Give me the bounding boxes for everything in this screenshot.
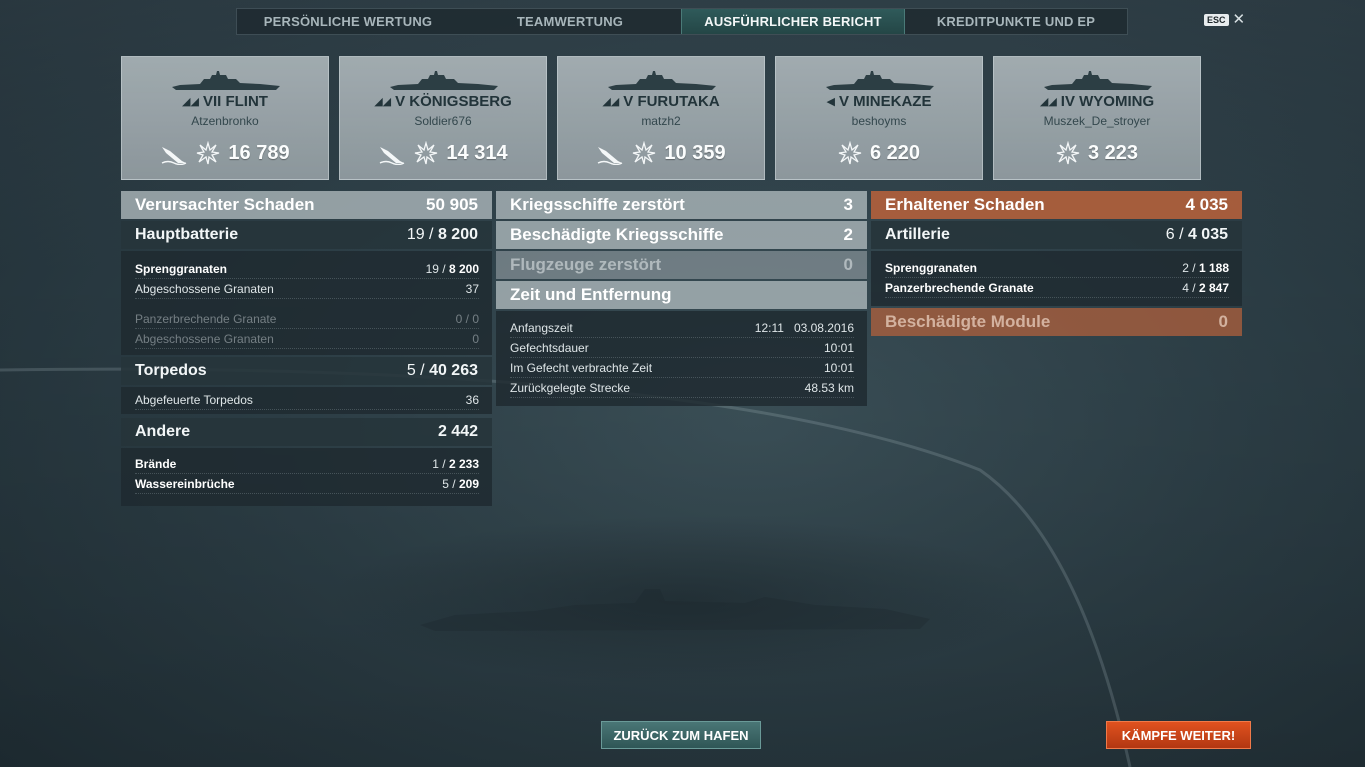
ship-card: ◢◢ V KÖNIGSBERG Soldier676 14 314: [339, 56, 547, 180]
ship-stats: 10 359: [558, 141, 764, 165]
keep-fighting-button[interactable]: KÄMPFE WEITER!: [1106, 721, 1251, 749]
ship-card: ◀ V MINEKAZE beshoyms 6 220: [775, 56, 983, 180]
torpedos-fired-row: Abgefeuerte Torpedos 36: [135, 390, 479, 410]
ship-sunk-icon: [378, 141, 406, 165]
received-he-row: Sprenggranaten 2 / 1 188: [885, 258, 1229, 278]
ship-name: ◢◢ V KÖNIGSBERG: [374, 93, 512, 110]
player-name: Soldier676: [414, 114, 472, 128]
damage-icon: [1056, 141, 1080, 165]
damage-icon: [196, 141, 220, 165]
battle-duration-row: Gefechtsdauer 10:01: [510, 338, 854, 358]
player-name: matzh2: [641, 114, 681, 128]
damage-icon: [632, 141, 656, 165]
tab-detailed-report[interactable]: AUSFÜHRLICHER BERICHT: [681, 9, 905, 34]
fires-row: Brände 1 / 2 233: [135, 454, 479, 474]
damaged-modules-header: Beschädigte Module 0: [871, 308, 1242, 336]
ship-name: ◢◢ VII FLINT: [182, 93, 268, 110]
time-distance-details: Anfangszeit 12:11 03.08.2016 Gefechtsdau…: [496, 311, 867, 406]
battle-summary-panel: Kriegsschiffe zerstört 3 Beschädigte Kri…: [496, 191, 867, 406]
planes-destroyed-header: Flugzeuge zerstört 0: [496, 251, 867, 279]
battleship-icon: ◢◢: [182, 96, 199, 108]
ship-silhouette-icon: [824, 69, 936, 93]
he-shells-row: Sprenggranaten 19 / 8 200: [135, 259, 479, 279]
ship-damage-value: 6 220: [869, 141, 921, 164]
destroyed-ships-cards: ◢◢ VII FLINT Atzenbronko 16 789 ◢◢ V KÖNIGSBE…: [121, 56, 1201, 180]
damage-icon: [414, 141, 438, 165]
ship-silhouette-icon: [1042, 69, 1154, 93]
ship-silhouette-icon: [388, 69, 500, 93]
cruiser-icon: ◢◢: [374, 96, 392, 108]
main-battery-details: Sprenggranaten 19 / 8 200 Abgeschossene …: [121, 251, 492, 355]
player-name: beshoyms: [851, 114, 907, 128]
ships-destroyed-header: Kriegsschiffe zerstört 3: [496, 191, 867, 219]
esc-key-label: ESC: [1204, 14, 1229, 26]
damage-dealt-value: 50 905: [426, 195, 478, 214]
other-damage-details: Brände 1 / 2 233 Wassereinbrüche 5 / 209: [121, 448, 492, 506]
ship-stats: 16 789: [122, 141, 328, 165]
other-damage-header: Andere 2 442: [121, 418, 492, 446]
start-time-row: Anfangszeit 12:11 03.08.2016: [510, 318, 854, 338]
ship-name: ◢◢ V FURUTAKA: [602, 93, 720, 110]
torpedos-header: Torpedos 5 / 40 263: [121, 357, 492, 385]
main-battery-value: 19 / 8 200: [406, 226, 478, 243]
main-battery-label: Hauptbatterie: [135, 226, 239, 243]
tab-team-score[interactable]: TEAMWERTUNG: [459, 9, 681, 34]
tab-bar: PERSÖNLICHE WERTUNG TEAMWERTUNG AUSFÜHRL…: [236, 8, 1128, 35]
ship-stats: 3 223: [994, 141, 1200, 165]
tab-personal-score[interactable]: PERSÖNLICHE WERTUNG: [237, 9, 459, 34]
distance-row: Zurückgelegte Strecke 48.53 km: [510, 378, 854, 398]
torpedos-details: Abgefeuerte Torpedos 36: [121, 387, 492, 414]
damage-received-header: Erhaltener Schaden 4 035: [871, 191, 1242, 219]
ships-damaged-header: Beschädigte Kriegsschiffe 2: [496, 221, 867, 249]
background-ship-silhouette: [420, 589, 930, 631]
ship-damage-value: 16 789: [228, 141, 290, 164]
ship-damage-value: 10 359: [664, 141, 726, 164]
ship-stats: 14 314: [340, 141, 546, 165]
close-icon: ✕: [1232, 11, 1246, 28]
received-ap-row: Panzerbrechende Granate 4 / 2 847: [885, 278, 1229, 298]
ship-damage-value: 3 223: [1087, 141, 1139, 164]
ship-stats: 6 220: [776, 141, 982, 165]
battleship-icon: ◢◢: [1039, 96, 1057, 108]
damage-dealt-panel: Verursachter Schaden 50 905 Hauptbatteri…: [121, 191, 492, 506]
ship-silhouette-icon: [606, 69, 718, 93]
player-name: Muszek_De_stroyer: [1043, 114, 1151, 128]
artillery-details: Sprenggranaten 2 / 1 188 Panzerbrechende…: [871, 251, 1242, 306]
damage-dealt-label: Verursachter Schaden: [135, 195, 315, 214]
tab-credits-xp[interactable]: KREDITPUNKTE UND EP: [905, 9, 1127, 34]
damage-dealt-header: Verursachter Schaden 50 905: [121, 191, 492, 219]
ship-card: ◢◢ V FURUTAKA matzh2 10 359: [557, 56, 765, 180]
ap-shells-row: Panzerbrechende Granate 0 / 0: [135, 309, 479, 329]
time-distance-header: Zeit und Entfernung: [496, 281, 867, 309]
damage-icon: [838, 141, 862, 165]
cruiser-icon: ◢◢: [602, 96, 620, 108]
return-to-port-button[interactable]: ZURÜCK ZUM HAFEN: [601, 721, 761, 749]
ship-card: ◢◢ IV WYOMING Muszek_De_stroyer 3 223: [993, 56, 1201, 180]
he-shells-fired-row: Abgeschossene Granaten 37: [135, 279, 479, 299]
ap-shells-fired-row: Abgeschossene Granaten 0: [135, 329, 479, 349]
artillery-header: Artillerie 6 / 4 035: [871, 221, 1242, 249]
main-battery-header: Hauptbatterie 19 / 8 200: [121, 221, 492, 249]
ship-name: ◢◢ IV WYOMING: [1039, 93, 1155, 110]
flooding-row: Wassereinbrüche 5 / 209: [135, 474, 479, 494]
destroyer-icon: ◀: [826, 96, 835, 108]
ship-sunk-icon: [596, 141, 624, 165]
ship-damage-value: 14 314: [446, 141, 508, 164]
damage-received-panel: Erhaltener Schaden 4 035 Artillerie 6 / …: [871, 191, 1242, 338]
ship-sunk-icon: [160, 141, 188, 165]
player-name: Atzenbronko: [191, 114, 259, 128]
combat-time-row: Im Gefecht verbrachte Zeit 10:01: [510, 358, 854, 378]
ship-card: ◢◢ VII FLINT Atzenbronko 16 789: [121, 56, 329, 180]
close-button[interactable]: ESC ✕: [1204, 11, 1246, 28]
ship-silhouette-icon: [170, 69, 282, 93]
ship-name: ◀ V MINEKAZE: [826, 93, 932, 110]
